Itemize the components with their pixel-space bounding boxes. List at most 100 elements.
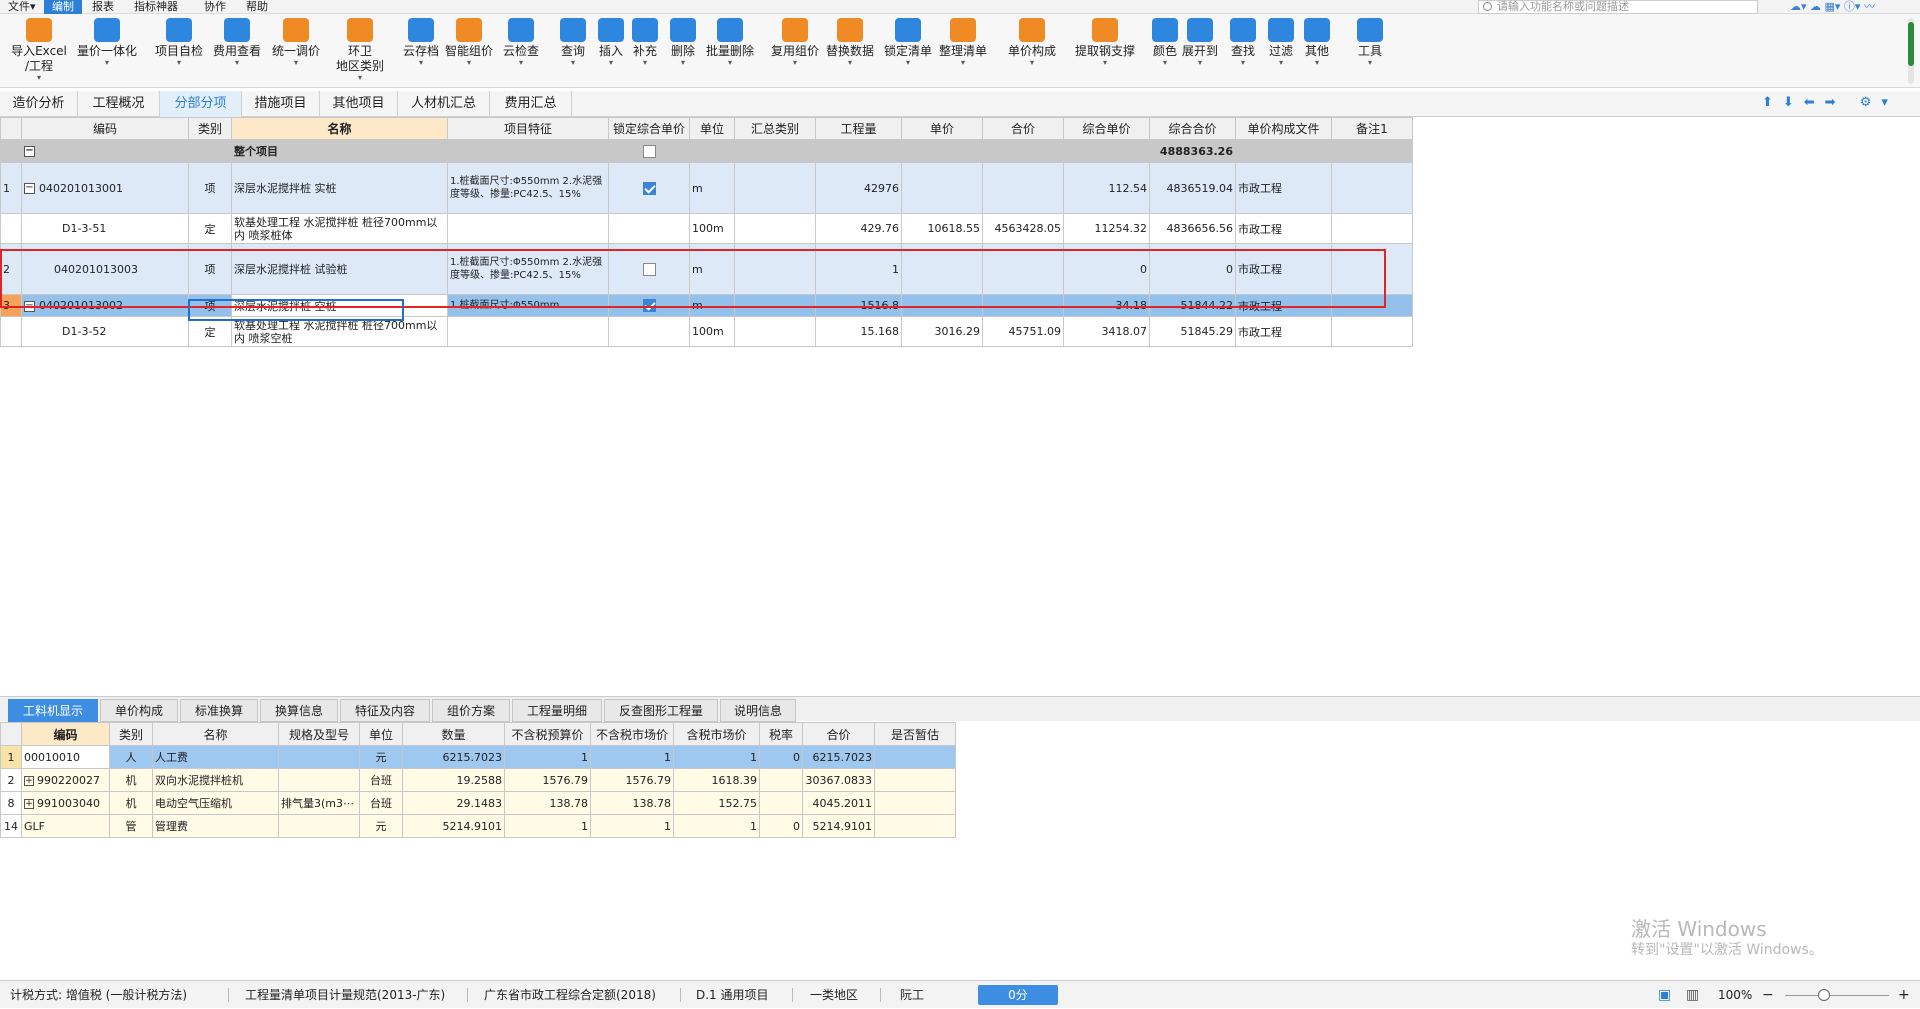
- status-tax[interactable]: 计税方式: 增值税 (一般计税方法): [10, 981, 187, 1009]
- menu-help[interactable]: 帮助: [238, 0, 276, 14]
- table-row-selected[interactable]: 1 00010010 人 人工费 元 6215.7023 1 1 1 0 621…: [0, 745, 956, 769]
- col-name[interactable]: 名称: [231, 117, 448, 140]
- col2-tax-rate[interactable]: 税率: [759, 722, 803, 746]
- col2-spec[interactable]: 规格及型号: [278, 722, 360, 746]
- insert-button[interactable]: 插入 ▾: [594, 18, 628, 86]
- table-row[interactable]: 2 +990220027 机 双向水泥搅拌桩机 台班 19.2588 1576.…: [0, 768, 956, 792]
- import-excel-button[interactable]: 导入Excel/工程 ▾: [8, 18, 70, 86]
- menu-report[interactable]: 报表: [84, 0, 122, 14]
- menu-file[interactable]: 文件▾: [0, 0, 44, 14]
- lock-checkbox[interactable]: [642, 181, 656, 195]
- table-row[interactable]: D1-3-52 定 软基处理工程 水泥搅拌桩 桩径700mm以内 喷浆空桩 10…: [0, 316, 1413, 347]
- menu-edit[interactable]: 编制: [44, 0, 82, 14]
- tab-reverse-lookup[interactable]: 反查图形工程量: [604, 699, 718, 722]
- collapse-icon[interactable]: −: [24, 183, 35, 194]
- zoom-in-icon[interactable]: +: [1898, 981, 1910, 1009]
- cloud-save-button[interactable]: 云存档 ▾: [398, 18, 444, 86]
- col2-market-tax[interactable]: 含税市场价: [673, 722, 760, 746]
- ribbon-scrollbar[interactable]: [1908, 18, 1914, 84]
- col-comp-unit-price[interactable]: 综合单价: [1063, 117, 1150, 140]
- expand-button[interactable]: 展开到 ▾: [1180, 18, 1220, 86]
- query-button[interactable]: 查询 ▾: [556, 18, 590, 86]
- supplement-button[interactable]: 补充 ▾: [628, 18, 662, 86]
- col2-estimate[interactable]: 是否暂估: [874, 722, 956, 746]
- unit-price-button[interactable]: 单价构成 ▾: [1002, 18, 1062, 86]
- find-button[interactable]: 查找 ▾: [1226, 18, 1260, 86]
- lock-checkbox[interactable]: [642, 144, 656, 158]
- score-button[interactable]: 0分: [978, 985, 1058, 1005]
- region-button[interactable]: 环卫 地区类别 ▾: [328, 18, 392, 86]
- table-row[interactable]: 14 GLF 管 管理费 元 5214.9101 1 1 1 0 5214.91…: [0, 814, 956, 838]
- col2-qty[interactable]: 数量: [402, 722, 505, 746]
- col-price-file[interactable]: 单价构成文件: [1235, 117, 1332, 140]
- fee-view-button[interactable]: 费用查看 ▾: [208, 18, 266, 86]
- table-row[interactable]: 1 −040201013001 项 深层水泥搅拌桩 实桩 1.桩截面尺寸:Φ55…: [0, 162, 1413, 214]
- table-row[interactable]: D1-3-51 定 软基处理工程 水泥搅拌桩 桩径700mm以内 喷浆桩体 10…: [0, 213, 1413, 244]
- menu-index[interactable]: 指标神器: [126, 0, 186, 14]
- col2-name[interactable]: 名称: [152, 722, 279, 746]
- tab-project-overview[interactable]: 工程概况: [78, 91, 160, 117]
- replace-data-button[interactable]: 替换数据 ▾: [824, 18, 876, 86]
- collapse-icon[interactable]: −: [24, 146, 35, 157]
- smart-price-button[interactable]: 智能组价 ▾: [442, 18, 496, 86]
- lock-list-button[interactable]: 锁定清单 ▾: [882, 18, 934, 86]
- tab-description[interactable]: 说明信息: [720, 699, 796, 722]
- color-button[interactable]: 颜色 ▾: [1148, 18, 1182, 86]
- adjust-price-button[interactable]: 统一调价 ▾: [266, 18, 326, 86]
- price-integration-button[interactable]: 量价一体化 ▾: [72, 18, 142, 86]
- tab-pricing-scheme[interactable]: 组价方案: [432, 699, 510, 722]
- view-normal-icon[interactable]: ▣: [1658, 981, 1671, 1009]
- top-right-icons[interactable]: ☁▾ ☁ ▦▾ ⓘ▾ 〰: [1790, 0, 1875, 14]
- tab-unit-price-composition[interactable]: 单价构成: [100, 699, 178, 722]
- other-button[interactable]: 其他 ▾: [1300, 18, 1334, 86]
- search-input[interactable]: 请输入功能名称或问题描述: [1478, 0, 1758, 14]
- tools-button[interactable]: 工具 ▾: [1352, 18, 1388, 86]
- col2-total[interactable]: 合价: [802, 722, 875, 746]
- tab-other-items[interactable]: 其他项目: [320, 91, 398, 117]
- status-spec[interactable]: 工程量清单项目计量规范(2013-广东): [245, 981, 445, 1009]
- zoom-slider-handle[interactable]: [1818, 989, 1830, 1001]
- col-amount[interactable]: 合价: [982, 117, 1064, 140]
- tab-cost-analysis[interactable]: 造价分析: [0, 91, 78, 117]
- zoom-slider[interactable]: [1785, 995, 1889, 996]
- status-region[interactable]: 一类地区: [810, 981, 858, 1009]
- reuse-price-button[interactable]: 复用组价 ▾: [768, 18, 822, 86]
- cloud-check-button[interactable]: 云检查 ▾: [498, 18, 544, 86]
- col-lock-price[interactable]: 锁定综合单价: [608, 117, 690, 140]
- col2-code[interactable]: 编码: [21, 722, 110, 746]
- table-row[interactable]: 8 +991003040 机 电动空气压缩机 排气量3(m3⋯ 台班 29.14…: [0, 791, 956, 815]
- batch-delete-button[interactable]: 批量删除 ▾: [704, 18, 756, 86]
- organize-list-button[interactable]: 整理清单 ▾: [936, 18, 990, 86]
- nav-arrows[interactable]: ⬆⬇⬅➡ ⚙▾: [1762, 95, 1898, 110]
- col-unit-price[interactable]: 单价: [901, 117, 983, 140]
- tab-division-items[interactable]: 分部分项: [160, 91, 242, 117]
- tab-quantity-detail[interactable]: 工程量明细: [512, 699, 602, 722]
- status-user[interactable]: 阮工: [900, 981, 924, 1009]
- col-unit[interactable]: 单位: [689, 117, 735, 140]
- col-quantity[interactable]: 工程量: [815, 117, 902, 140]
- tab-labor-material-summary[interactable]: 人材机汇总: [398, 91, 490, 117]
- col2-budget[interactable]: 不含税预算价: [504, 722, 591, 746]
- tab-fee-summary[interactable]: 费用汇总: [490, 91, 572, 117]
- expand-icon[interactable]: +: [24, 798, 34, 809]
- tab-labor-material-display[interactable]: 工料机显示: [8, 699, 98, 722]
- steel-support-button[interactable]: 提取钢支撑 ▾: [1070, 18, 1140, 86]
- tab-standard-conversion[interactable]: 标准换算: [180, 699, 258, 722]
- col-summary-type[interactable]: 汇总类别: [734, 117, 816, 140]
- delete-button[interactable]: 删除 ▾: [666, 18, 700, 86]
- tab-conversion-info[interactable]: 换算信息: [260, 699, 338, 722]
- tab-measure-items[interactable]: 措施项目: [242, 91, 320, 117]
- root-name[interactable]: 整个项目: [231, 139, 448, 163]
- status-general[interactable]: D.1 通用项目: [696, 981, 769, 1009]
- col-type[interactable]: 类别: [188, 117, 232, 140]
- self-check-button[interactable]: 项目自检 ▾: [150, 18, 208, 86]
- table-row-root[interactable]: − 整个项目 4888363.26: [0, 139, 1413, 163]
- zoom-out-icon[interactable]: −: [1762, 981, 1774, 1009]
- col-feature[interactable]: 项目特征: [447, 117, 609, 140]
- view-split-icon[interactable]: ▥: [1686, 981, 1699, 1009]
- col2-market[interactable]: 不含税市场价: [590, 722, 674, 746]
- tab-feature-content[interactable]: 特征及内容: [340, 699, 430, 722]
- col2-type[interactable]: 类别: [109, 722, 153, 746]
- col-remark[interactable]: 备注1: [1331, 117, 1413, 140]
- menu-collab[interactable]: 协作: [196, 0, 234, 14]
